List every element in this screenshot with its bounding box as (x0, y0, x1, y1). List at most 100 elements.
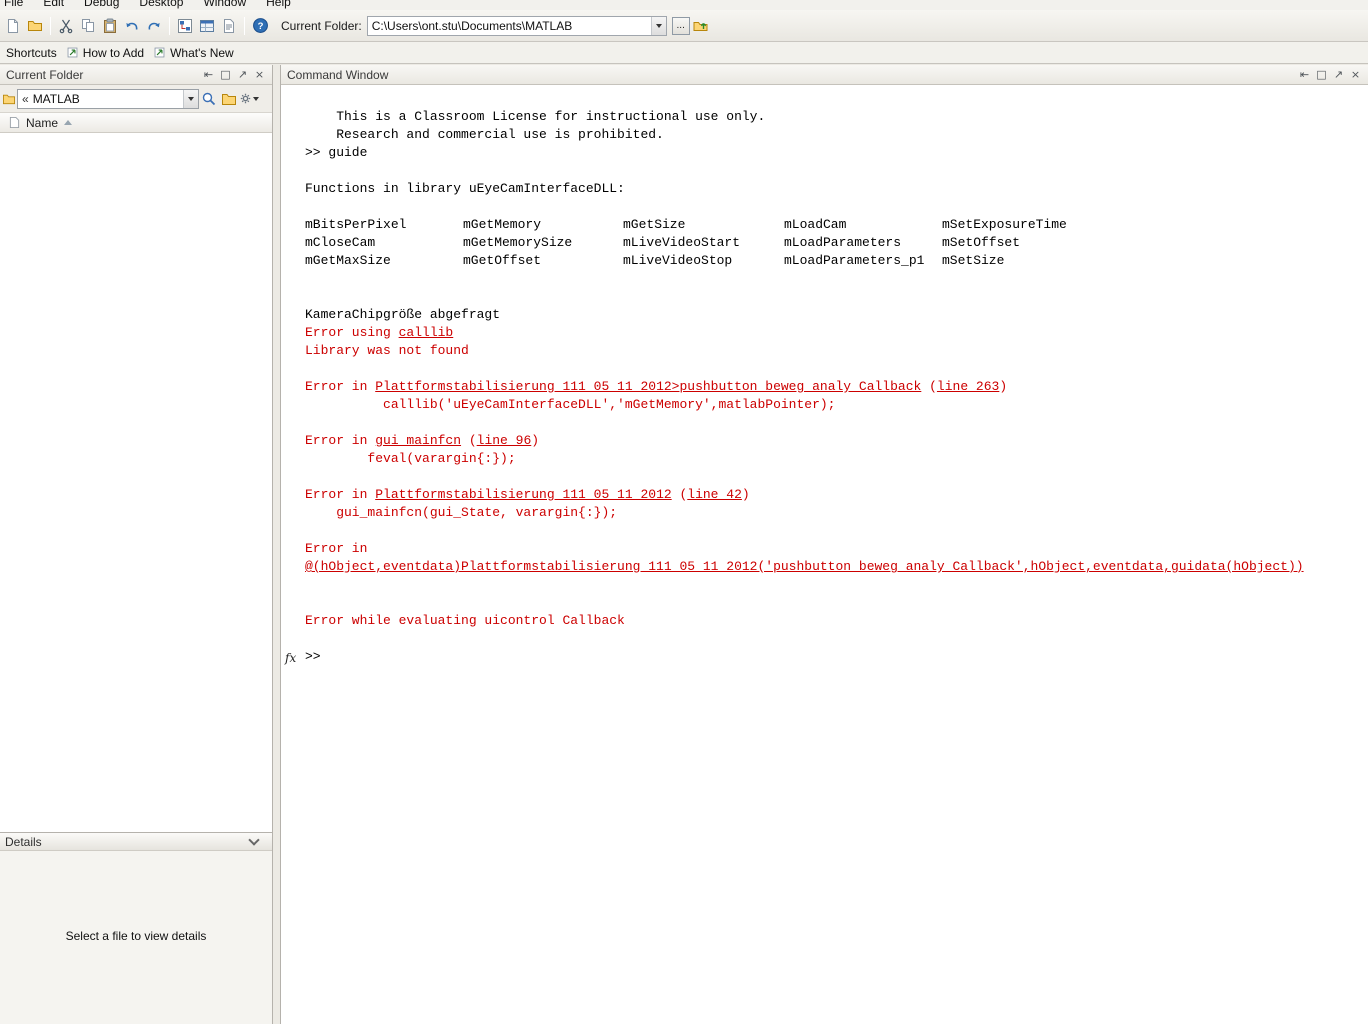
menu-file[interactable]: File (0, 0, 33, 9)
cw-text: Error in (305, 433, 375, 448)
cw-line (305, 594, 1368, 612)
restore-icon[interactable]: □ (1313, 68, 1330, 81)
dropdown-arrow-icon[interactable] (651, 17, 666, 35)
menu-debug[interactable]: Debug (74, 0, 129, 9)
help-button[interactable]: ? (249, 14, 271, 38)
current-folder-titlebar[interactable]: Current Folder ⇤ □ ↗ × (0, 65, 272, 85)
browse-button[interactable]: ... (672, 17, 690, 35)
editor-button[interactable] (218, 14, 240, 38)
details-panel-body: Select a file to view details (0, 851, 272, 1024)
cw-line (305, 576, 1368, 594)
new-file-button[interactable] (2, 14, 24, 38)
function-name: mBitsPerPixel (305, 216, 463, 234)
cw-line: mCloseCammGetMemorySizemLiveVideoStartmL… (305, 234, 1368, 252)
command-window-titlebar[interactable]: Command Window ⇤ □ ↗ × (281, 65, 1368, 85)
error-link[interactable]: Plattformstabilisierung_111_05_11_2012>p… (375, 379, 921, 394)
current-folder-combobox[interactable]: C:\Users\ont.stu\Documents\MATLAB (367, 16, 667, 36)
function-name: mGetMemory (463, 216, 623, 234)
current-folder-path: C:\Users\ont.stu\Documents\MATLAB (368, 19, 651, 33)
cw-line: fx>> (305, 648, 1368, 666)
menu-help[interactable]: Help (256, 0, 301, 9)
guide-button[interactable] (196, 14, 218, 38)
dock-icon[interactable]: ⇤ (200, 68, 217, 81)
chevron-down-icon[interactable] (248, 834, 259, 845)
panel-title: Command Window (287, 68, 388, 82)
current-folder-panel: Current Folder ⇤ □ ↗ × « MATLAB Name (0, 65, 273, 1024)
cw-line (305, 522, 1368, 540)
cw-text: >> guide (305, 145, 367, 160)
command-window-content[interactable]: This is a Classroom License for instruct… (281, 86, 1368, 1024)
cw-line (305, 162, 1368, 180)
cw-line (305, 360, 1368, 378)
error-link[interactable]: calllib (399, 325, 454, 340)
actions-menu-button[interactable] (239, 88, 259, 110)
cw-text: feval(varargin{:}); (305, 451, 516, 466)
function-name: mGetSize (623, 216, 784, 234)
error-link[interactable]: line 96 (477, 433, 532, 448)
undock-icon[interactable]: ↗ (234, 68, 251, 81)
error-link[interactable]: gui_mainfcn (375, 433, 461, 448)
cw-line: gui_mainfcn(gui_State, varargin{:}); (305, 504, 1368, 522)
toolbar-separator (169, 17, 170, 35)
new-folder-button[interactable] (219, 88, 239, 110)
function-name: mLoadCam (784, 216, 942, 234)
error-link[interactable]: @(hObject,eventdata)Plattformstabilisier… (305, 559, 1304, 574)
cw-line: Error in gui_mainfcn (line 96) (305, 432, 1368, 450)
undo-button[interactable] (121, 14, 143, 38)
details-title: Details (5, 835, 42, 849)
menu-desktop[interactable]: Desktop (129, 0, 193, 9)
function-name: mLiveVideoStop (623, 252, 784, 270)
shortcut-label: How to Add (83, 46, 144, 60)
file-list[interactable] (0, 133, 272, 832)
cw-line: Error while evaluating uicontrol Callbac… (305, 612, 1368, 630)
command-prompt[interactable]: >> (305, 649, 328, 664)
cw-line (305, 414, 1368, 432)
paste-button[interactable] (99, 14, 121, 38)
shortcuts-bar: Shortcuts How to Add What's New (0, 42, 1368, 64)
name-column-header[interactable]: Name (0, 113, 272, 133)
open-file-button[interactable] (24, 14, 46, 38)
window-controls: ⇤ □ ↗ × (1296, 68, 1364, 81)
command-window-lines: This is a Classroom License for instruct… (281, 86, 1368, 666)
menu-window[interactable]: Window (193, 0, 256, 9)
menu-items: FileEditDebugDesktopWindowHelp (0, 0, 301, 10)
cw-text: ) (742, 487, 750, 502)
command-window-panel: Command Window ⇤ □ ↗ × This is a Classro… (280, 65, 1368, 1024)
copy-button[interactable] (77, 14, 99, 38)
shortcut-label: What's New (170, 46, 234, 60)
function-name: mGetMemorySize (463, 234, 623, 252)
cw-line: @(hObject,eventdata)Plattformstabilisier… (305, 558, 1368, 576)
error-link[interactable]: Plattformstabilisierung_111_05_11_2012 (375, 487, 671, 502)
redo-button[interactable] (143, 14, 165, 38)
shortcut-icon (66, 46, 79, 59)
undock-icon[interactable]: ↗ (1330, 68, 1347, 81)
sort-ascending-icon (64, 120, 72, 125)
shortcut-how-to-add[interactable]: How to Add (66, 46, 144, 60)
cw-line (305, 288, 1368, 306)
cw-line: feval(varargin{:}); (305, 450, 1368, 468)
location-combobox[interactable]: « MATLAB (17, 89, 199, 109)
dock-icon[interactable]: ⇤ (1296, 68, 1313, 81)
main-toolbar: ? Current Folder: C:\Users\ont.stu\Docum… (0, 10, 1368, 42)
up-folder-button[interactable] (690, 14, 712, 38)
dropdown-arrow-icon[interactable] (183, 90, 198, 108)
error-link[interactable]: line 263 (937, 379, 999, 394)
search-button[interactable] (199, 88, 219, 110)
simulink-button[interactable] (174, 14, 196, 38)
cw-line (305, 198, 1368, 216)
toolbar-separator (244, 17, 245, 35)
cut-button[interactable] (55, 14, 77, 38)
close-icon[interactable]: × (251, 68, 268, 81)
shortcut-whats-new[interactable]: What's New (153, 46, 234, 60)
error-link[interactable]: line 42 (687, 487, 742, 502)
close-icon[interactable]: × (1347, 68, 1364, 81)
triangle-down (656, 24, 662, 28)
menu-edit[interactable]: Edit (33, 0, 74, 9)
cw-line (305, 270, 1368, 288)
details-panel-header[interactable]: Details (0, 832, 272, 851)
toolbar-separator (50, 17, 51, 35)
fx-icon: fx (285, 649, 296, 667)
cw-line: Error in (305, 540, 1368, 558)
breadcrumb-collapse-icon[interactable]: « (22, 92, 29, 106)
restore-icon[interactable]: □ (217, 68, 234, 81)
